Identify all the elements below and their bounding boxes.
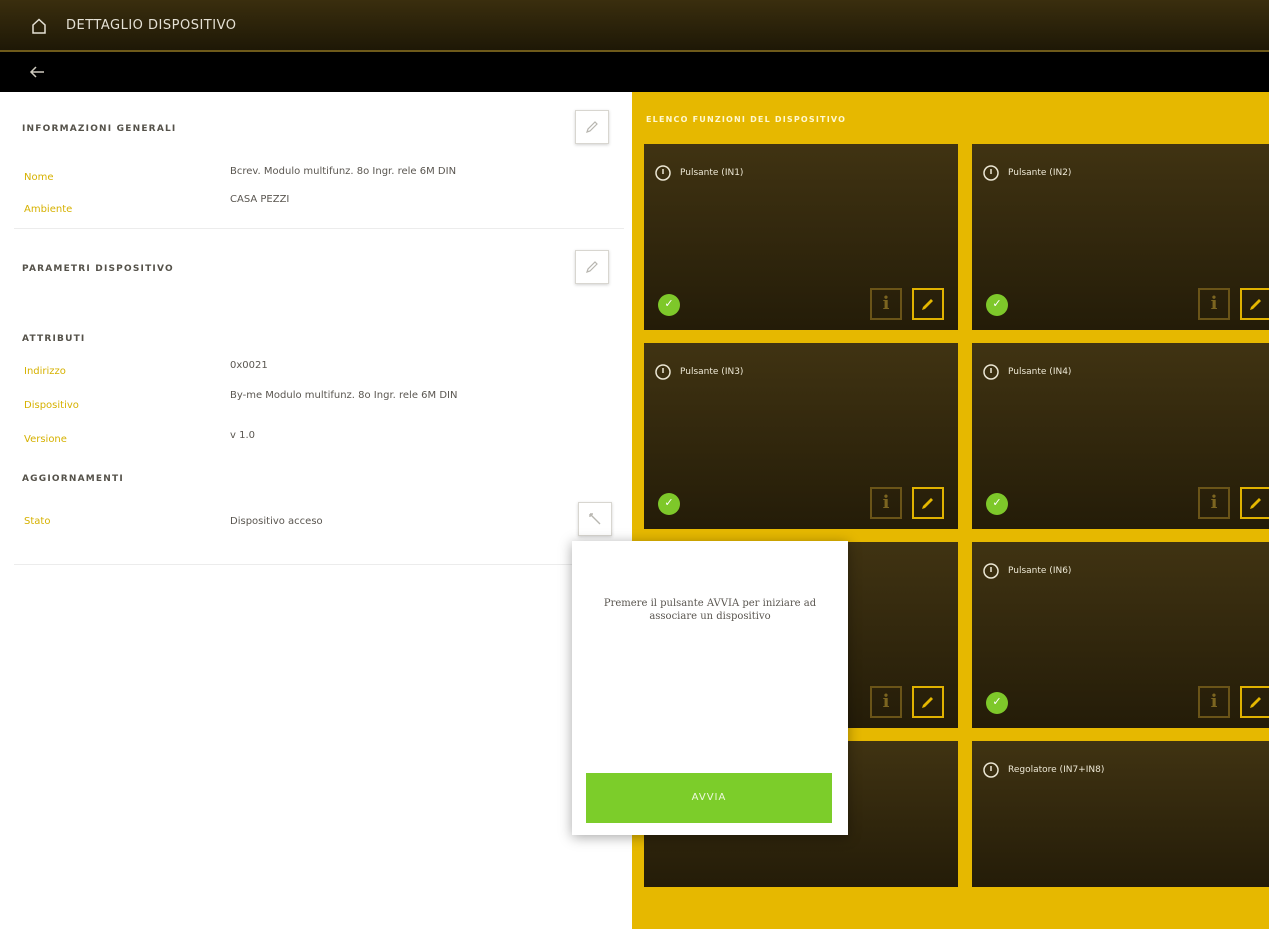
info-button[interactable]: i: [870, 288, 902, 320]
room-label: Ambiente: [24, 204, 73, 215]
version-value: v 1.0: [230, 430, 255, 441]
dialog-message: Premere il pulsante AVVIA per iniziare a…: [603, 598, 817, 622]
functions-title: ELENCO FUNZIONI DEL DISPOSITIVO: [646, 115, 847, 124]
info-button[interactable]: i: [1198, 288, 1230, 320]
pencil-icon: [1250, 697, 1261, 708]
button-icon: [655, 364, 671, 380]
button-icon: [983, 364, 999, 380]
edit-function-button[interactable]: [1240, 487, 1269, 519]
function-card[interactable]: Pulsante (IN2) ✓ i: [972, 144, 1269, 330]
button-icon: [983, 165, 999, 181]
address-label: Indirizzo: [24, 366, 66, 377]
back-arrow-icon[interactable]: [26, 63, 48, 81]
nav-bar: [0, 52, 1269, 92]
info-button[interactable]: i: [1198, 487, 1230, 519]
page-title: DETTAGLIO DISPOSITIVO: [66, 18, 237, 33]
function-name: Pulsante (IN6): [1008, 566, 1072, 576]
check-icon: ✓: [986, 294, 1008, 316]
pencil-icon: [1250, 498, 1261, 509]
associate-device-dialog: Premere il pulsante AVVIA per iniziare a…: [572, 541, 848, 835]
status-label: Stato: [24, 516, 51, 527]
check-icon: ✓: [658, 493, 680, 515]
function-card[interactable]: Pulsante (IN6) ✓ i: [972, 542, 1269, 728]
pencil-icon: [1250, 299, 1261, 310]
version-label: Versione: [24, 434, 67, 445]
pencil-icon: [922, 498, 933, 509]
button-icon: [983, 563, 999, 579]
name-value: Bcrev. Modulo multifunz. 8o Ingr. rele 6…: [230, 166, 457, 177]
dimmer-icon: [983, 762, 999, 778]
address-value: 0x0021: [230, 360, 268, 371]
info-button[interactable]: i: [870, 487, 902, 519]
function-card[interactable]: Pulsante (IN4) ✓ i: [972, 343, 1269, 529]
check-icon: ✓: [986, 493, 1008, 515]
edit-function-button[interactable]: [1240, 686, 1269, 718]
edit-function-button[interactable]: [912, 288, 944, 320]
pencil-icon: [922, 299, 933, 310]
edit-function-button[interactable]: [912, 487, 944, 519]
start-button[interactable]: AVVIA: [586, 773, 832, 823]
name-label: Nome: [24, 172, 54, 183]
device-details-panel: INFORMAZIONI GENERALI Nome Bcrev. Modulo…: [0, 92, 632, 929]
function-name: Pulsante (IN1): [680, 168, 744, 178]
device-params-title: PARAMETRI DISPOSITIVO: [22, 264, 174, 274]
function-card[interactable]: Regolatore (IN7+IN8): [972, 741, 1269, 887]
status-value: Dispositivo acceso: [230, 516, 323, 527]
device-value: By-me Modulo multifunz. 8o Ingr. rele 6M…: [230, 390, 458, 401]
function-name: Pulsante (IN2): [1008, 168, 1072, 178]
wrench-icon: [589, 513, 601, 525]
home-icon[interactable]: [30, 17, 48, 35]
edit-general-info-button[interactable]: [575, 110, 609, 144]
check-icon: ✓: [986, 692, 1008, 714]
edit-function-button[interactable]: [912, 686, 944, 718]
check-icon: ✓: [658, 294, 680, 316]
updates-title: AGGIORNAMENTI: [22, 474, 124, 484]
function-card[interactable]: Pulsante (IN1) ✓ i: [644, 144, 958, 330]
function-card[interactable]: Pulsante (IN3) ✓ i: [644, 343, 958, 529]
divider: [14, 228, 624, 229]
attributes-title: ATTRIBUTI: [22, 334, 86, 344]
divider: [14, 564, 574, 565]
info-button[interactable]: i: [870, 686, 902, 718]
pencil-icon: [586, 121, 598, 133]
info-button[interactable]: i: [1198, 686, 1230, 718]
edit-function-button[interactable]: [1240, 288, 1269, 320]
room-value: CASA PEZZI: [230, 194, 290, 205]
button-icon: [655, 165, 671, 181]
title-bar: DETTAGLIO DISPOSITIVO: [0, 0, 1269, 52]
function-name: Pulsante (IN4): [1008, 367, 1072, 377]
edit-device-params-button[interactable]: [575, 250, 609, 284]
update-tool-button[interactable]: [578, 502, 612, 536]
pencil-icon: [922, 697, 933, 708]
function-name: Regolatore (IN7+IN8): [1008, 765, 1105, 775]
general-info-title: INFORMAZIONI GENERALI: [22, 124, 177, 134]
device-label: Dispositivo: [24, 400, 79, 411]
pencil-icon: [586, 261, 598, 273]
function-name: Pulsante (IN3): [680, 367, 744, 377]
